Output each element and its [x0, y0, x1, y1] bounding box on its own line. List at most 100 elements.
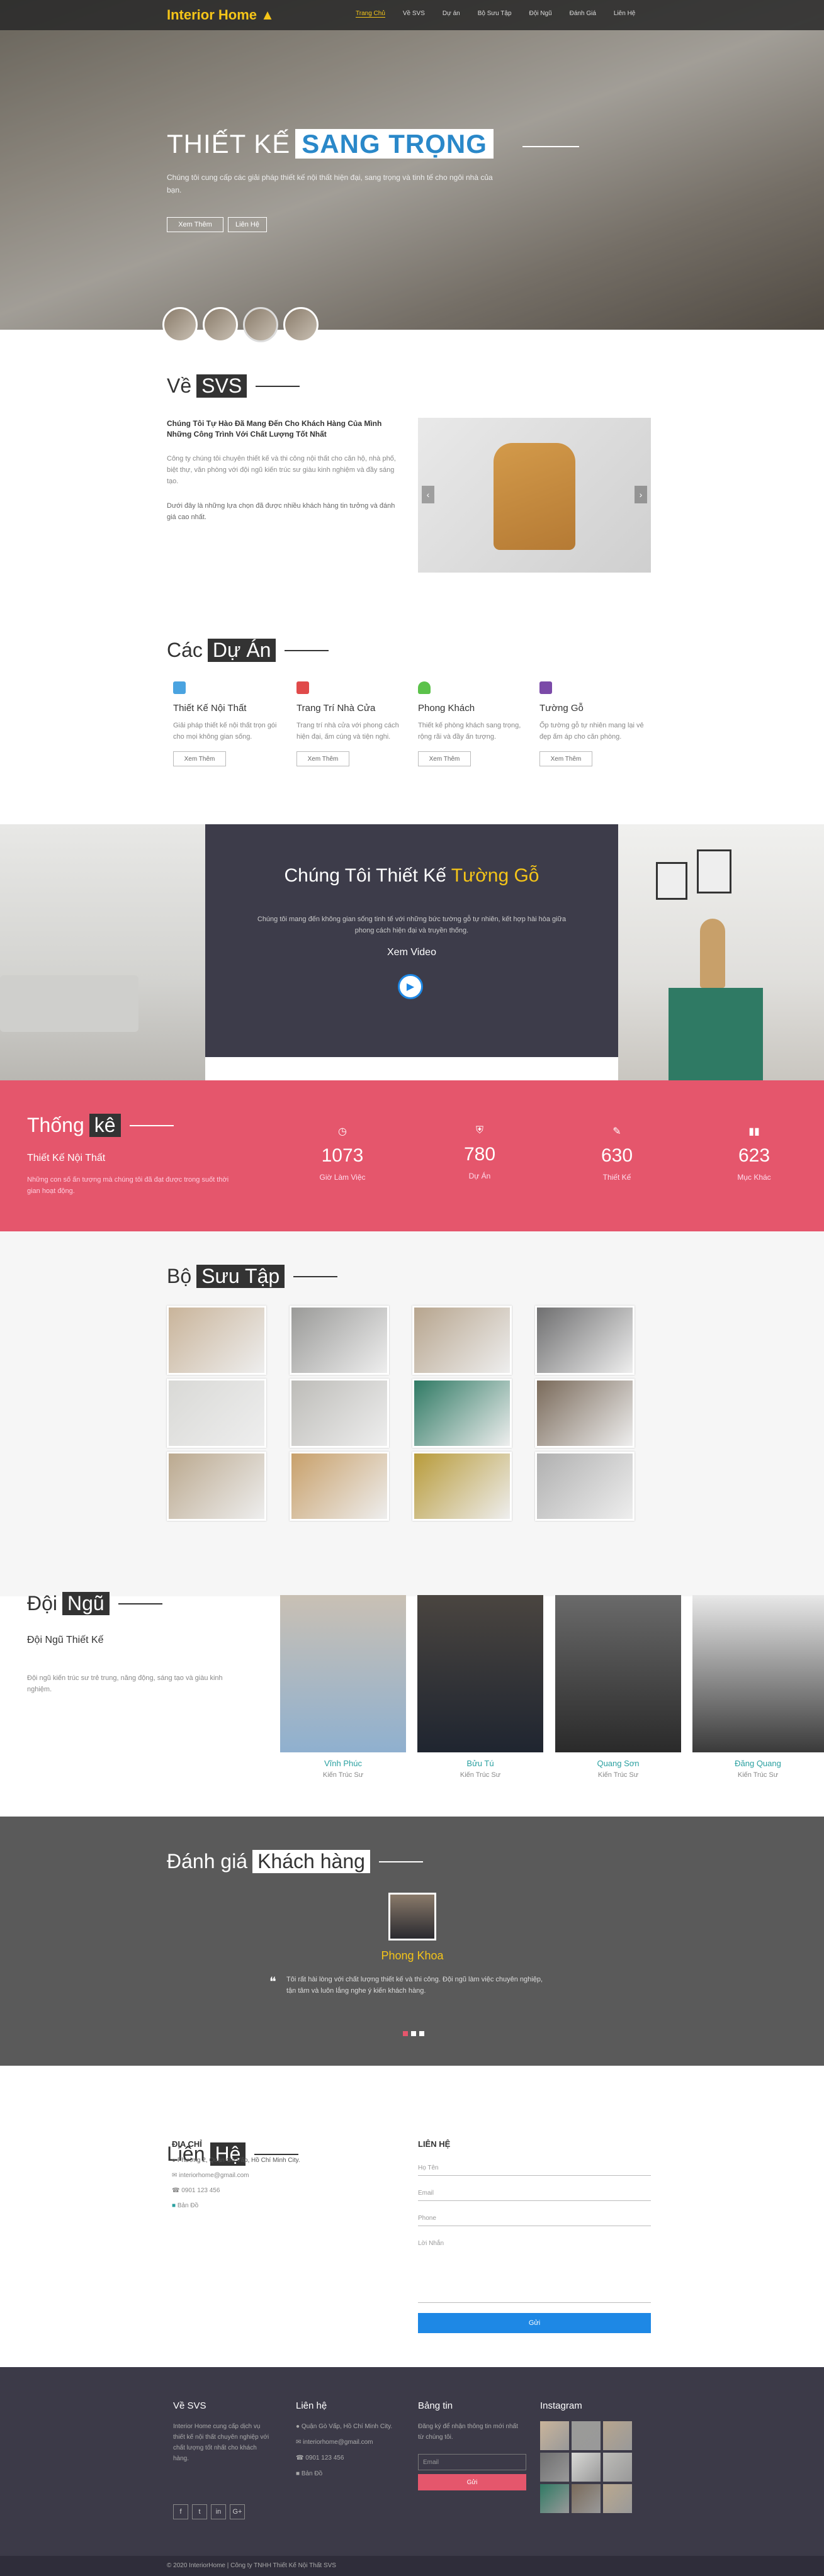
instagram-image[interactable] [572, 2453, 601, 2482]
stats-text: Những con số ấn tượng mà chúng tôi đã đạ… [27, 1176, 229, 1195]
nav-collection[interactable]: Bộ Sưu Tập [478, 10, 512, 18]
gallery-image[interactable] [535, 1306, 635, 1375]
project-title: Tường Gỗ [539, 703, 584, 714]
facebook-icon[interactable]: f [173, 2504, 188, 2519]
newsletter-input[interactable]: Email [418, 2454, 526, 2470]
logo[interactable]: Interior Home ▲ [167, 7, 274, 23]
footer-contact-item: ☎ 0901 123 456 [296, 2455, 344, 2461]
map-icon: ■ [296, 2470, 300, 2477]
gallery-image[interactable] [412, 1306, 512, 1375]
google-plus-icon[interactable]: G+ [230, 2504, 245, 2519]
gallery-image[interactable] [412, 1452, 512, 1521]
slider-next-icon[interactable]: › [635, 486, 647, 503]
gallery-image[interactable] [167, 1306, 266, 1375]
member-photo[interactable] [417, 1595, 543, 1752]
location-icon: ● [172, 2157, 176, 2164]
nav-reviews[interactable]: Đánh Giá [570, 10, 596, 18]
project-more-button[interactable]: Xem Thêm [539, 751, 592, 766]
member-role: Kiến Trúc Sư [597, 1771, 639, 1779]
lamp-icon [173, 681, 186, 694]
footer-contact-item: ✉ interiorhome@gmail.com [296, 2439, 373, 2446]
testimonial-quote: Tôi rất hài lòng với chất lượng thiết kế… [286, 1976, 543, 1995]
instagram-image[interactable] [540, 2453, 569, 2482]
hero-contact-button[interactable]: Liên Hệ [228, 217, 267, 232]
reviewer-name: Phong Khoa [381, 1949, 444, 1962]
carousel-dot[interactable] [411, 2031, 416, 2036]
project-card: Thiết Kế Nội Thất Giải pháp thiết kế nội… [173, 681, 280, 766]
submit-button[interactable]: Gửi [418, 2313, 651, 2333]
phone-field[interactable]: Phone [418, 2215, 651, 2226]
footer [0, 2367, 824, 2556]
hero-thumb[interactable] [283, 307, 319, 342]
instagram-image[interactable] [603, 2421, 632, 2450]
newsletter-button[interactable]: Gửi [418, 2474, 526, 2490]
address-line: ● Phường 2, Quận Gò Vấp, Hồ Chí Minh Cit… [172, 2157, 300, 2164]
gallery-image[interactable] [167, 1379, 266, 1448]
project-text: Giải pháp thiết kế nội thất trọn gói cho… [173, 722, 277, 741]
instagram-image[interactable] [540, 2484, 569, 2513]
carousel-dot[interactable] [403, 2031, 408, 2036]
footer-news-heading: Bảng tin [418, 2400, 453, 2411]
instagram-image[interactable] [603, 2453, 632, 2482]
stat-item: ✎ 630 Thiết Kế [579, 1125, 655, 1182]
clock-icon: ◷ [338, 1126, 347, 1137]
video-title: Chúng Tôi Thiết Kế Tường Gỗ [284, 865, 539, 886]
play-icon[interactable]: ▶ [398, 974, 423, 999]
projects-title: Các Dự Án [167, 639, 329, 662]
gallery-image[interactable] [290, 1379, 389, 1448]
nav-team[interactable]: Đội Ngũ [529, 10, 552, 18]
form-heading: LIÊN HỆ [418, 2139, 451, 2149]
armchair-image [494, 443, 575, 550]
instagram-image[interactable] [603, 2484, 632, 2513]
team-title: Đội Ngũ [27, 1592, 162, 1615]
instagram-image[interactable] [572, 2484, 601, 2513]
instagram-image[interactable] [540, 2421, 569, 2450]
copyright: © 2020 InteriorHome | Công ty TNHH Thiết… [0, 2556, 824, 2576]
footer-contact-item[interactable]: ■ Bản Đồ [296, 2468, 322, 2479]
hero-title: THIẾT KẾ SANG TRỌNG [167, 129, 494, 159]
phone-icon: ☎ [172, 2187, 180, 2194]
nav-about[interactable]: Về SVS [403, 10, 425, 18]
instagram-image[interactable] [572, 2421, 601, 2450]
email-field[interactable]: Email [418, 2190, 651, 2201]
member-name: Đăng Quang [735, 1759, 781, 1768]
footer-about-heading: Về SVS [173, 2400, 206, 2411]
nav-projects[interactable]: Dự án [443, 10, 460, 18]
gallery-image[interactable] [290, 1306, 389, 1375]
map-line[interactable]: ■ Bản Đồ [172, 2202, 198, 2209]
hero-thumb[interactable] [243, 307, 278, 342]
green-cabinet [669, 988, 763, 1080]
project-more-button[interactable]: Xem Thêm [173, 751, 226, 766]
nav-contact[interactable]: Liên Hệ [614, 10, 635, 18]
twitter-icon[interactable]: t [192, 2504, 207, 2519]
hero-more-button[interactable]: Xem Thêm [167, 217, 223, 232]
linkedin-icon[interactable]: in [211, 2504, 226, 2519]
gallery-image[interactable] [290, 1452, 389, 1521]
collection-grid [167, 1306, 658, 1526]
gallery-image[interactable] [535, 1452, 635, 1521]
project-more-button[interactable]: Xem Thêm [418, 751, 471, 766]
carousel-dot[interactable] [419, 2031, 424, 2036]
member-photo[interactable] [692, 1595, 824, 1752]
instagram-grid [540, 2421, 632, 2513]
barcode-icon: ▮▮ [748, 1126, 760, 1137]
mail-icon: ✉ [172, 2172, 178, 2179]
hero-banner [0, 0, 824, 330]
gallery-image[interactable] [535, 1379, 635, 1448]
hero-thumb[interactable] [203, 307, 238, 342]
hero-thumb[interactable] [162, 307, 198, 342]
gallery-image[interactable] [167, 1452, 266, 1521]
slider-prev-icon[interactable]: ‹ [422, 486, 434, 503]
nav-home[interactable]: Trang Chủ [356, 10, 385, 18]
member-name: Quang Sơn [597, 1759, 640, 1768]
picture-icon [539, 681, 552, 694]
about-image-slider: ‹ › [418, 418, 651, 573]
gallery-image[interactable] [412, 1379, 512, 1448]
name-field[interactable]: Họ Tên [418, 2164, 651, 2176]
member-photo[interactable] [555, 1595, 681, 1752]
video-label: Xem Video [387, 947, 436, 958]
member-photo[interactable] [280, 1595, 406, 1752]
message-field[interactable]: Lời Nhắn [418, 2240, 651, 2303]
project-more-button[interactable]: Xem Thêm [296, 751, 349, 766]
stat-item: ◷ 1073 Giờ Làm Việc [305, 1125, 380, 1182]
